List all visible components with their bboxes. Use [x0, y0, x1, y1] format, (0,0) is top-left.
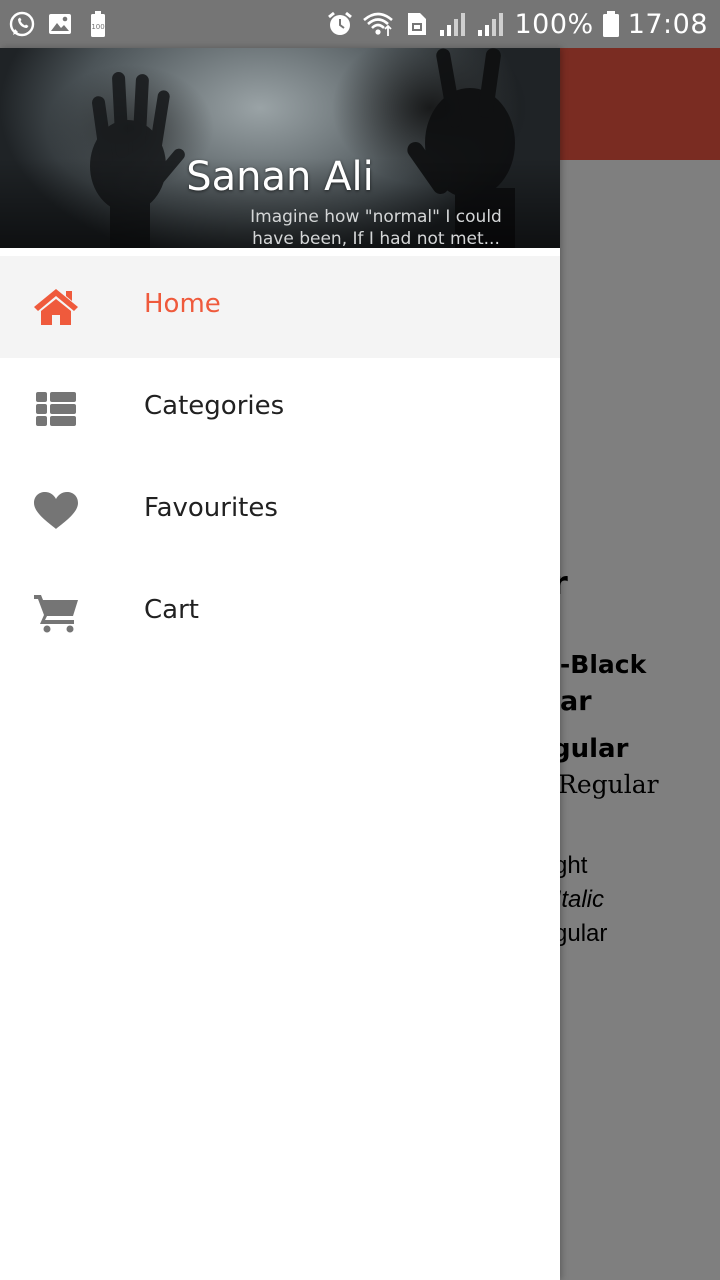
home-icon: [32, 287, 80, 327]
cart-icon: [32, 593, 80, 633]
bg-font-sample: gular: [552, 734, 629, 764]
user-quote: Imagine how "normal" I could have been, …: [226, 206, 526, 248]
list-icon: [32, 389, 80, 429]
drawer-menu: Home Categories Favourites Cart: [0, 256, 560, 664]
sim-icon: [402, 10, 430, 38]
bg-font-sample: r: [552, 564, 720, 602]
menu-item-label: Categories: [144, 391, 285, 421]
gallery-icon: [46, 10, 74, 38]
battery-percent: 100%: [514, 8, 594, 40]
drawer-header: Sanan Ali Imagine how "normal" I could h…: [0, 48, 560, 248]
whatsapp-icon: [8, 10, 36, 38]
bg-font-sample: d-Black: [542, 650, 647, 679]
bg-font-sample: gular: [554, 920, 608, 947]
wifi-icon: [362, 10, 394, 38]
menu-item-home[interactable]: Home: [0, 256, 560, 358]
battery-icon: [602, 10, 620, 38]
user-quote-line: Imagine how "normal" I could: [250, 207, 502, 227]
bg-font-sample: tItalic: [548, 886, 605, 913]
bg-font-sample: ght: [554, 852, 588, 879]
alarm-icon: [326, 10, 354, 38]
menu-item-label: Favourites: [144, 493, 278, 523]
user-name: Sanan Ali: [186, 154, 374, 200]
menu-item-label: Cart: [144, 595, 199, 625]
menu-item-cart[interactable]: Cart: [0, 562, 560, 664]
bg-font-sample: ar: [560, 686, 592, 717]
heart-icon: [32, 491, 80, 531]
menu-item-label: Home: [144, 289, 221, 319]
menu-item-favourites[interactable]: Favourites: [0, 460, 560, 562]
signal-icon: [476, 10, 506, 38]
clock: 17:08: [627, 8, 708, 40]
bg-font-sample: Regular: [558, 770, 659, 799]
status-bar: 100 100% 17:08: [0, 0, 720, 48]
battery-saver-icon: 100: [84, 10, 112, 38]
svg-text:100: 100: [91, 23, 104, 31]
user-quote-line: have been, If I had not met...: [252, 229, 500, 248]
navigation-drawer: Sanan Ali Imagine how "normal" I could h…: [0, 48, 560, 1280]
signal-icon: [438, 10, 468, 38]
menu-item-categories[interactable]: Categories: [0, 358, 560, 460]
